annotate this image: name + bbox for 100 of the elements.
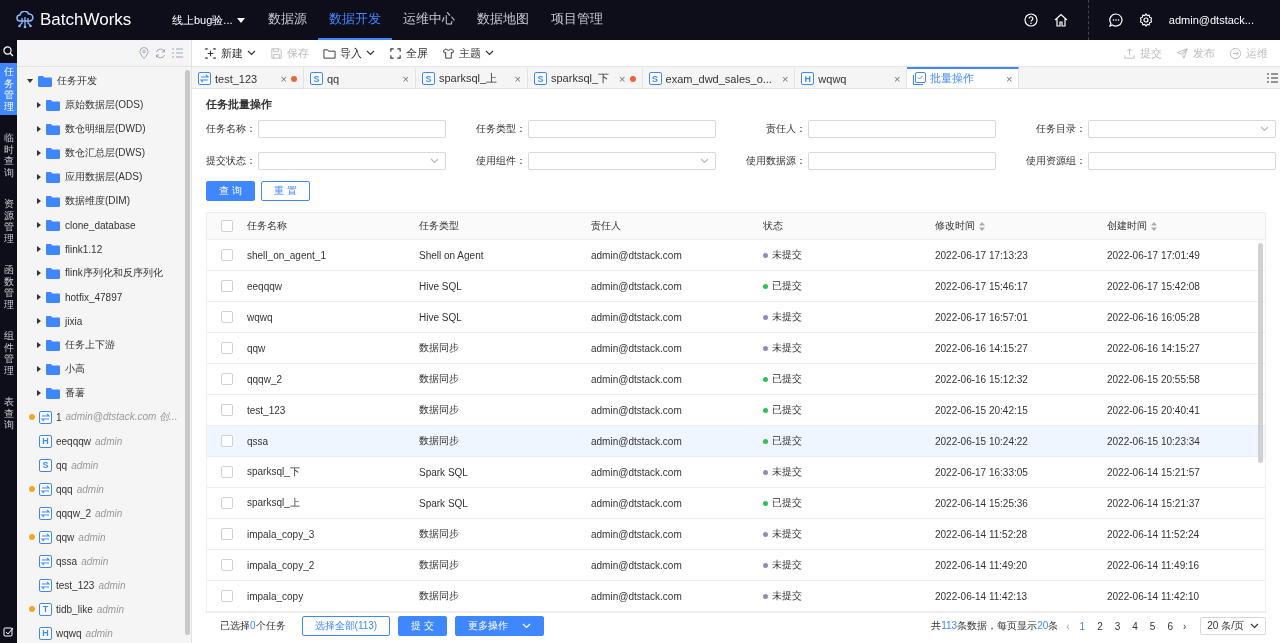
select-field[interactable] (528, 152, 716, 170)
input-field[interactable] (808, 120, 996, 138)
expand-arrow-icon[interactable] (37, 222, 41, 228)
expand-arrow-icon[interactable] (37, 366, 41, 372)
expand-arrow-icon[interactable] (37, 174, 41, 180)
task-item[interactable]: eeqqqw (56, 435, 92, 447)
page-link[interactable]: 6 (1165, 620, 1175, 632)
close-icon[interactable]: × (1005, 72, 1013, 85)
side-tab[interactable]: 函数管理 (0, 261, 17, 313)
checkbox[interactable] (221, 435, 233, 447)
select-field[interactable] (1088, 120, 1276, 138)
folder-item[interactable]: 原始数据层(ODS) (65, 98, 144, 112)
input-field[interactable] (258, 120, 446, 138)
toolbar-button[interactable]: 导入 (323, 45, 375, 61)
side-tab[interactable]: 资源管理 (0, 195, 17, 247)
reset-button[interactable]: 重 置 (260, 181, 310, 201)
folder-item[interactable]: jixia (65, 315, 83, 327)
close-icon[interactable]: × (893, 72, 901, 85)
checkbox[interactable] (221, 404, 233, 416)
folder-item[interactable]: flink1.12 (65, 243, 103, 255)
task-item[interactable]: tidb_like (56, 603, 93, 615)
expand-arrow-icon[interactable] (37, 270, 41, 276)
checkbox[interactable] (221, 249, 233, 261)
toolbar-button[interactable]: 新建 (204, 45, 256, 61)
page-link[interactable]: 5 (1147, 620, 1158, 632)
checkbox[interactable] (221, 373, 233, 385)
expand-arrow-icon[interactable] (37, 342, 41, 348)
select-field[interactable] (258, 152, 446, 170)
table-row[interactable]: impala_copy_3 数据同步 admin@dtstack.com 未提交 2022-06-14 11:52:28 2022-06-14 11:52:24 (207, 519, 1265, 550)
close-icon[interactable]: × (402, 72, 409, 85)
nav-tab[interactable]: 数据源 (256, 0, 318, 40)
close-icon[interactable]: × (514, 72, 521, 85)
close-icon[interactable]: × (619, 72, 626, 85)
expand-arrow-icon[interactable] (37, 102, 41, 108)
nav-tab[interactable]: 数据地图 (465, 0, 540, 40)
column-header[interactable]: 创建时间 (1107, 219, 1265, 233)
toolbar-button[interactable]: 主题 (442, 45, 494, 61)
expand-arrow-icon[interactable] (37, 126, 41, 132)
close-icon[interactable]: × (280, 72, 287, 85)
expand-arrow-icon[interactable] (27, 79, 33, 83)
file-tab[interactable]: test_123 × (192, 67, 304, 88)
table-row[interactable]: qssa 数据同步 admin@dtstack.com 已提交 2022-06-15 10:24:22 2022-06-15 10:23:34 (207, 426, 1265, 457)
expand-arrow-icon[interactable] (37, 246, 41, 252)
task-item[interactable]: wqwq (56, 627, 82, 639)
checklist-icon[interactable] (3, 626, 14, 637)
scrollbar[interactable] (185, 70, 190, 635)
checkbox[interactable] (221, 590, 233, 602)
page-link[interactable]: 3 (1112, 620, 1123, 632)
nav-tab[interactable]: 运维中心 (391, 0, 466, 40)
next-page-icon[interactable]: › (1182, 620, 1187, 632)
folder-item[interactable]: hotfix_47897 (65, 291, 123, 303)
folder-item[interactable]: 任务上下游 (65, 338, 115, 352)
project-dropdown[interactable]: 线上bug验... (172, 12, 245, 28)
expand-arrow-icon[interactable] (37, 318, 41, 324)
home-icon[interactable] (1053, 13, 1068, 27)
checkbox[interactable] (221, 466, 233, 478)
input-field[interactable] (1088, 152, 1276, 170)
input-field[interactable] (808, 152, 996, 170)
folder-item[interactable]: flink序列化和反序列化 (65, 266, 163, 280)
file-tab[interactable]: S sparksql_上 × (416, 67, 528, 88)
table-row[interactable]: impala_copy 数据同步 admin@dtstack.com 未提交 2022-06-14 11:42:13 2022-06-14 11:42:10 (207, 581, 1265, 612)
file-tab[interactable]: S sparksql_下 × (528, 67, 643, 88)
page-link[interactable]: 4 (1130, 620, 1140, 632)
task-item[interactable]: qssa (56, 555, 78, 567)
close-icon[interactable]: × (781, 72, 789, 85)
folder-item[interactable]: 数据维度(DIM) (65, 194, 130, 208)
side-tab[interactable]: 组件管理 (0, 327, 17, 379)
select-all-button[interactable]: 选择全部(113) (301, 616, 391, 636)
task-item[interactable]: 1 (56, 411, 62, 423)
table-row[interactable]: impala_copy_2 数据同步 admin@dtstack.com 未提交 2022-06-14 11:49:20 2022-06-14 11:49:16 (207, 550, 1265, 581)
input-field[interactable] (528, 120, 716, 138)
sort-icon[interactable] (979, 221, 985, 231)
checkbox[interactable] (221, 559, 233, 571)
sort-icon[interactable] (1151, 221, 1157, 231)
folder-item[interactable]: clone_database (65, 219, 136, 231)
file-tab[interactable]: 批量操作 × (907, 67, 1020, 88)
settings-icon[interactable] (1138, 13, 1153, 27)
task-item[interactable]: qqqw_2 (56, 507, 92, 519)
folder-item[interactable]: 小高 (65, 362, 85, 376)
checkbox[interactable] (221, 528, 233, 540)
expand-arrow-icon[interactable] (37, 150, 41, 156)
user-name[interactable]: admin@dtstack... (1168, 14, 1254, 26)
task-item[interactable]: qqw (56, 531, 75, 543)
folder-item[interactable]: 数仓明细层(DWD) (65, 122, 146, 136)
side-tab[interactable]: 临时查询 (0, 129, 17, 181)
checkbox[interactable] (221, 311, 233, 323)
checkbox[interactable] (221, 280, 233, 292)
file-tab[interactable]: S exam_dwd_sales_o... × (642, 67, 796, 88)
expand-arrow-icon[interactable] (37, 294, 41, 300)
expand-arrow-icon[interactable] (37, 390, 41, 396)
column-header[interactable]: 修改时间 (935, 219, 1107, 233)
folder-item[interactable]: 数仓汇总层(DWS) (65, 146, 145, 160)
toolbar-button[interactable]: 全屏 (389, 45, 428, 61)
task-item[interactable]: qq (56, 459, 68, 471)
page-link[interactable]: 2 (1095, 620, 1105, 632)
table-row[interactable]: sparksql_下 Spark SQL admin@dtstack.com 未提交 2022-06-17 16:33:05 2022-06-14 15:21:57 (207, 457, 1265, 488)
help-icon[interactable] (1023, 13, 1038, 27)
file-tab[interactable]: S qq × (304, 67, 416, 88)
message-icon[interactable] (1108, 13, 1123, 27)
checkbox[interactable] (221, 220, 233, 232)
